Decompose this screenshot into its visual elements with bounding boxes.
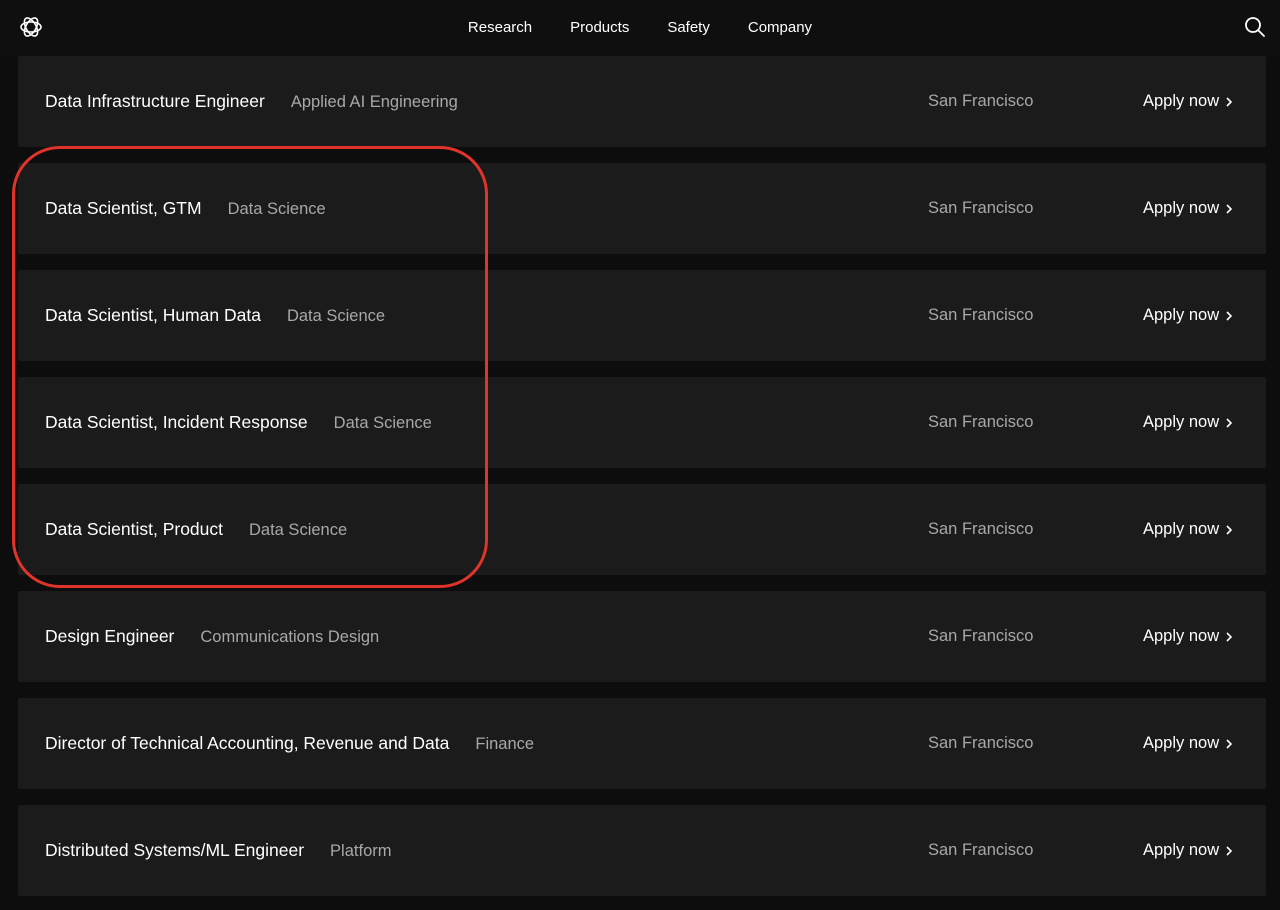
job-title-cell: Design Engineer Communications Design [45,591,379,683]
job-title-cell: Data Scientist, Human Data Data Science [45,270,385,362]
job-location: San Francisco [928,734,1034,752]
job-department: Applied AI Engineering [290,93,458,111]
job-title: Data Scientist, GTM [45,198,202,218]
job-location: San Francisco [928,199,1034,217]
job-department: Data Science [333,414,432,432]
job-department: Data Science [227,200,326,218]
job-row[interactable]: Data Scientist, GTM Data Science San Fran… [18,163,1266,254]
apply-now-link[interactable]: Apply now [1143,56,1233,147]
search-icon[interactable] [1244,16,1266,38]
job-title: Data Scientist, Product [45,519,223,539]
apply-now-label: Apply now [1143,734,1220,752]
chevron-right-icon [1226,311,1233,321]
nav-link-products[interactable]: Products [551,0,648,56]
apply-now-label: Apply now [1143,841,1220,859]
job-department: Data Science [286,307,386,325]
careers-page: Research Products Safety Company Data In… [0,0,1280,910]
apply-now-label: Apply now [1143,520,1220,538]
chevron-right-icon [1226,97,1233,107]
apply-now-label: Apply now [1143,306,1220,324]
job-title-cell: Data Scientist, Incident Response Data Sc… [45,377,432,469]
job-title: Data Scientist, Incident Response [45,412,308,432]
job-location: San Francisco [928,306,1034,324]
job-row[interactable]: Data Scientist, Incident Response Data Sc… [18,377,1266,468]
apply-now-label: Apply now [1143,627,1220,645]
job-title: Data Scientist, Human Data [45,305,261,325]
chevron-right-icon [1226,632,1233,642]
job-title-cell: Director of Technical Accounting, Revenu… [45,698,534,790]
job-location: San Francisco [928,841,1034,859]
apply-now-label: Apply now [1143,92,1220,110]
apply-now-link[interactable]: Apply now [1143,377,1233,468]
apply-now-link[interactable]: Apply now [1143,163,1233,254]
job-location: San Francisco [928,627,1034,645]
job-department: Finance [475,735,535,753]
job-title: Data Infrastructure Engineer [45,91,265,111]
job-title-cell: Data Scientist, GTM Data Science [45,163,326,255]
apply-now-link[interactable]: Apply now [1143,591,1233,682]
job-title-cell: Data Infrastructure Engineer Applied AI E… [45,56,458,148]
apply-now-label: Apply now [1143,199,1220,217]
nav-link-safety[interactable]: Safety [648,0,729,56]
chevron-right-icon [1226,418,1233,428]
job-department: Platform [330,842,392,860]
job-title: Director of Technical Accounting, Revenu… [45,733,450,753]
nav-link-research[interactable]: Research [449,0,551,56]
job-location: San Francisco [928,92,1034,110]
job-department: Data Science [249,521,348,539]
job-department: Communications Design [200,628,380,646]
job-title-cell: Distributed Systems/ML Engineer Platform [45,805,391,897]
job-row[interactable]: Director of Technical Accounting, Revenu… [18,698,1266,789]
job-row[interactable]: Data Scientist, Human Data Data Science S… [18,270,1266,361]
chevron-right-icon [1226,204,1233,214]
top-navigation: Research Products Safety Company [0,0,1280,56]
primary-nav: Research Products Safety Company [0,0,1280,56]
chevron-right-icon [1226,739,1233,749]
job-location: San Francisco [928,520,1034,538]
job-location: San Francisco [928,413,1034,431]
nav-link-company[interactable]: Company [729,0,831,56]
chevron-right-icon [1226,846,1233,856]
job-row[interactable]: Distributed Systems/ML Engineer Platform … [18,805,1266,896]
chevron-right-icon [1226,525,1233,535]
job-row[interactable]: Data Scientist, Product Data Science San … [18,484,1266,575]
job-row[interactable]: Design Engineer Communications Design San… [18,591,1266,682]
apply-now-label: Apply now [1143,413,1220,431]
apply-now-link[interactable]: Apply now [1143,484,1233,575]
job-title-cell: Data Scientist, Product Data Science [45,484,347,576]
apply-now-link[interactable]: Apply now [1143,805,1233,896]
job-title: Design Engineer [45,626,175,646]
apply-now-link[interactable]: Apply now [1143,698,1233,789]
apply-now-link[interactable]: Apply now [1143,270,1233,361]
job-row[interactable]: Data Infrastructure Engineer Applied AI E… [18,56,1266,147]
job-title: Distributed Systems/ML Engineer [45,840,305,860]
job-listings: Data Infrastructure Engineer Applied AI E… [18,56,1266,910]
